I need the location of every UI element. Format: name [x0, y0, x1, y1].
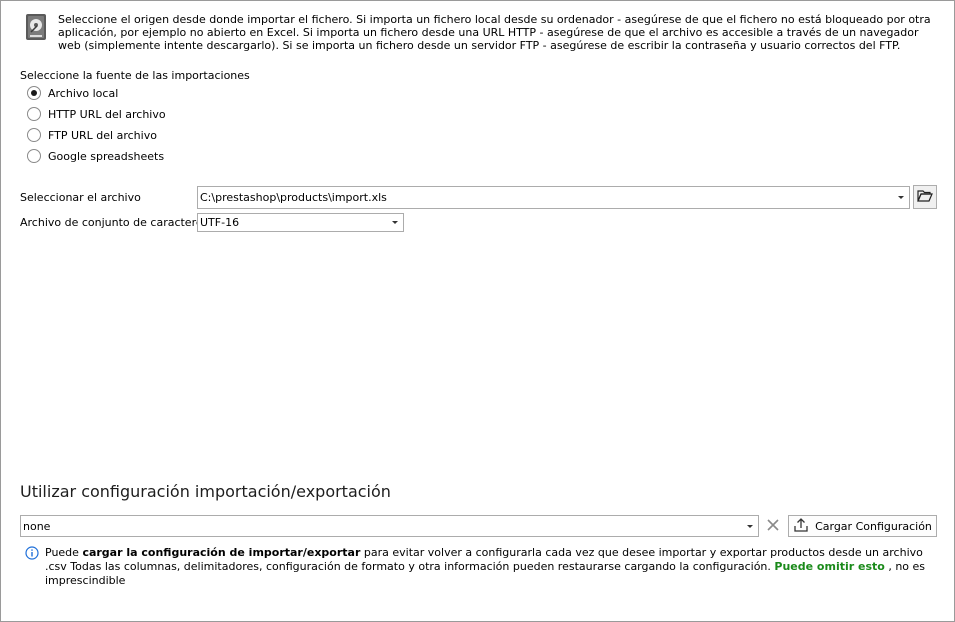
import-source-panel: Seleccione el origen desde donde importa…: [0, 0, 955, 622]
file-path-value[interactable]: C:\prestashop\products\import.xls: [198, 191, 893, 204]
config-section-title: Utilizar configuración importación/expor…: [20, 482, 391, 501]
clear-config-button[interactable]: [763, 515, 783, 537]
file-path-combo[interactable]: C:\prestashop\products\import.xls: [197, 186, 910, 209]
config-value[interactable]: none: [21, 520, 742, 533]
radio-ftp-url[interactable]: FTP URL del archivo: [27, 126, 157, 144]
skip-link[interactable]: Puede omitir esto: [774, 560, 884, 573]
chevron-down-icon[interactable]: [742, 516, 758, 536]
close-icon: [766, 518, 780, 535]
load-config-button[interactable]: Cargar Configuración: [788, 515, 937, 537]
info-icon: [25, 546, 39, 560]
radio-google-spreadsheets[interactable]: Google spreadsheets: [27, 147, 164, 165]
radio-label: HTTP URL del archivo: [48, 107, 166, 121]
radio-label: Archivo local: [48, 86, 119, 100]
radio-indicator[interactable]: [27, 107, 41, 121]
radio-label: Google spreadsheets: [48, 149, 165, 163]
browse-folder-button[interactable]: [913, 185, 937, 209]
hard-drive-icon: [25, 13, 47, 41]
source-group-label: Seleccione la fuente de las importacione…: [20, 69, 250, 82]
open-folder-icon: [917, 189, 933, 206]
chevron-down-icon[interactable]: [893, 187, 909, 208]
intro-text: Seleccione el origen desde donde importa…: [58, 13, 931, 52]
radio-local-file[interactable]: Archivo local: [27, 84, 118, 102]
radio-selected-indicator[interactable]: [27, 86, 41, 100]
radio-label: FTP URL del archivo: [48, 128, 157, 142]
config-combo[interactable]: none: [20, 515, 759, 537]
chevron-down-icon[interactable]: [387, 214, 403, 231]
file-label: Seleccionar el archivo: [20, 191, 141, 204]
config-info-text: Puede cargar la configuración de importa…: [45, 546, 940, 588]
charset-label: Archivo de conjunto de caracteres: [20, 216, 209, 229]
radio-indicator[interactable]: [27, 128, 41, 142]
charset-value[interactable]: UTF-16: [198, 216, 387, 229]
load-config-label: Cargar Configuración: [815, 519, 932, 533]
charset-combo[interactable]: UTF-16: [197, 213, 404, 232]
radio-indicator[interactable]: [27, 149, 41, 163]
load-config-link[interactable]: cargar la configuración de importar/expo…: [82, 546, 360, 559]
upload-icon: [793, 517, 809, 536]
radio-http-url[interactable]: HTTP URL del archivo: [27, 105, 166, 123]
info-text-part: Puede: [45, 546, 83, 559]
